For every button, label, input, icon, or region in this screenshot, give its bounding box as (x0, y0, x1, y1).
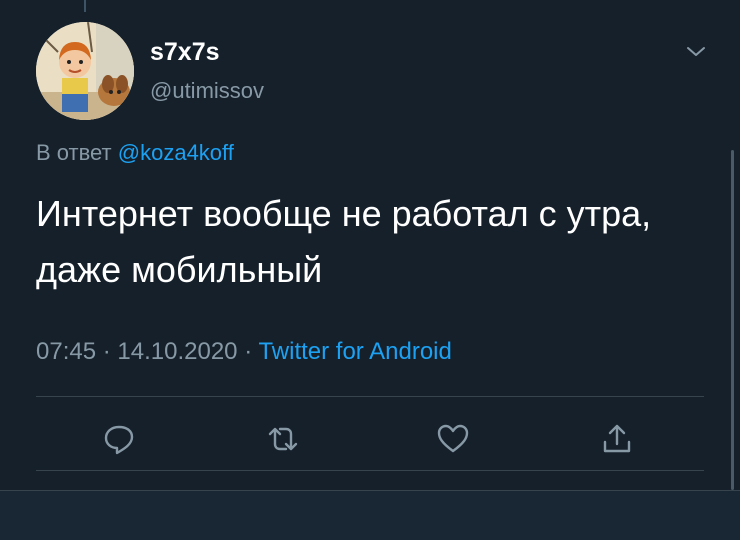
comment-icon (104, 425, 134, 455)
share-icon (603, 424, 631, 453)
next-tweet-area (0, 491, 740, 540)
user-display-name[interactable]: s7x7s (150, 38, 220, 67)
like-button[interactable] (436, 422, 470, 456)
user-handle[interactable]: @utimissov (150, 78, 264, 104)
tweet-meta: 07:45 · 14.10.2020 · Twitter for Android (36, 338, 452, 366)
action-bar (36, 412, 704, 462)
share-button[interactable] (600, 422, 634, 456)
retweet-icon (268, 427, 298, 451)
reply-button[interactable] (102, 422, 136, 456)
thread-connector-line (84, 0, 86, 12)
divider (36, 470, 704, 471)
meta-separator: · (102, 338, 111, 365)
scrollbar[interactable] (731, 150, 734, 490)
meta-separator: · (244, 338, 253, 365)
reply-prefix: В ответ (36, 140, 112, 165)
avatar[interactable] (36, 22, 134, 120)
avatar-illustration (36, 22, 134, 120)
reply-mention-link[interactable]: @koza4koff (118, 140, 234, 165)
retweet-button[interactable] (266, 422, 300, 456)
chevron-down-icon (687, 47, 705, 56)
divider (36, 396, 704, 397)
tweet-text: Интернет вообще не работал с утра, даже … (36, 193, 652, 290)
reply-context: В ответ @koza4koff (36, 140, 234, 166)
tweet-time[interactable]: 07:45 (36, 338, 96, 365)
tweet-date[interactable]: 14.10.2020 (117, 338, 237, 365)
heart-icon (437, 424, 469, 453)
tweet-menu-button[interactable] (684, 40, 708, 64)
tweet-source-link[interactable]: Twitter for Android (258, 338, 451, 365)
